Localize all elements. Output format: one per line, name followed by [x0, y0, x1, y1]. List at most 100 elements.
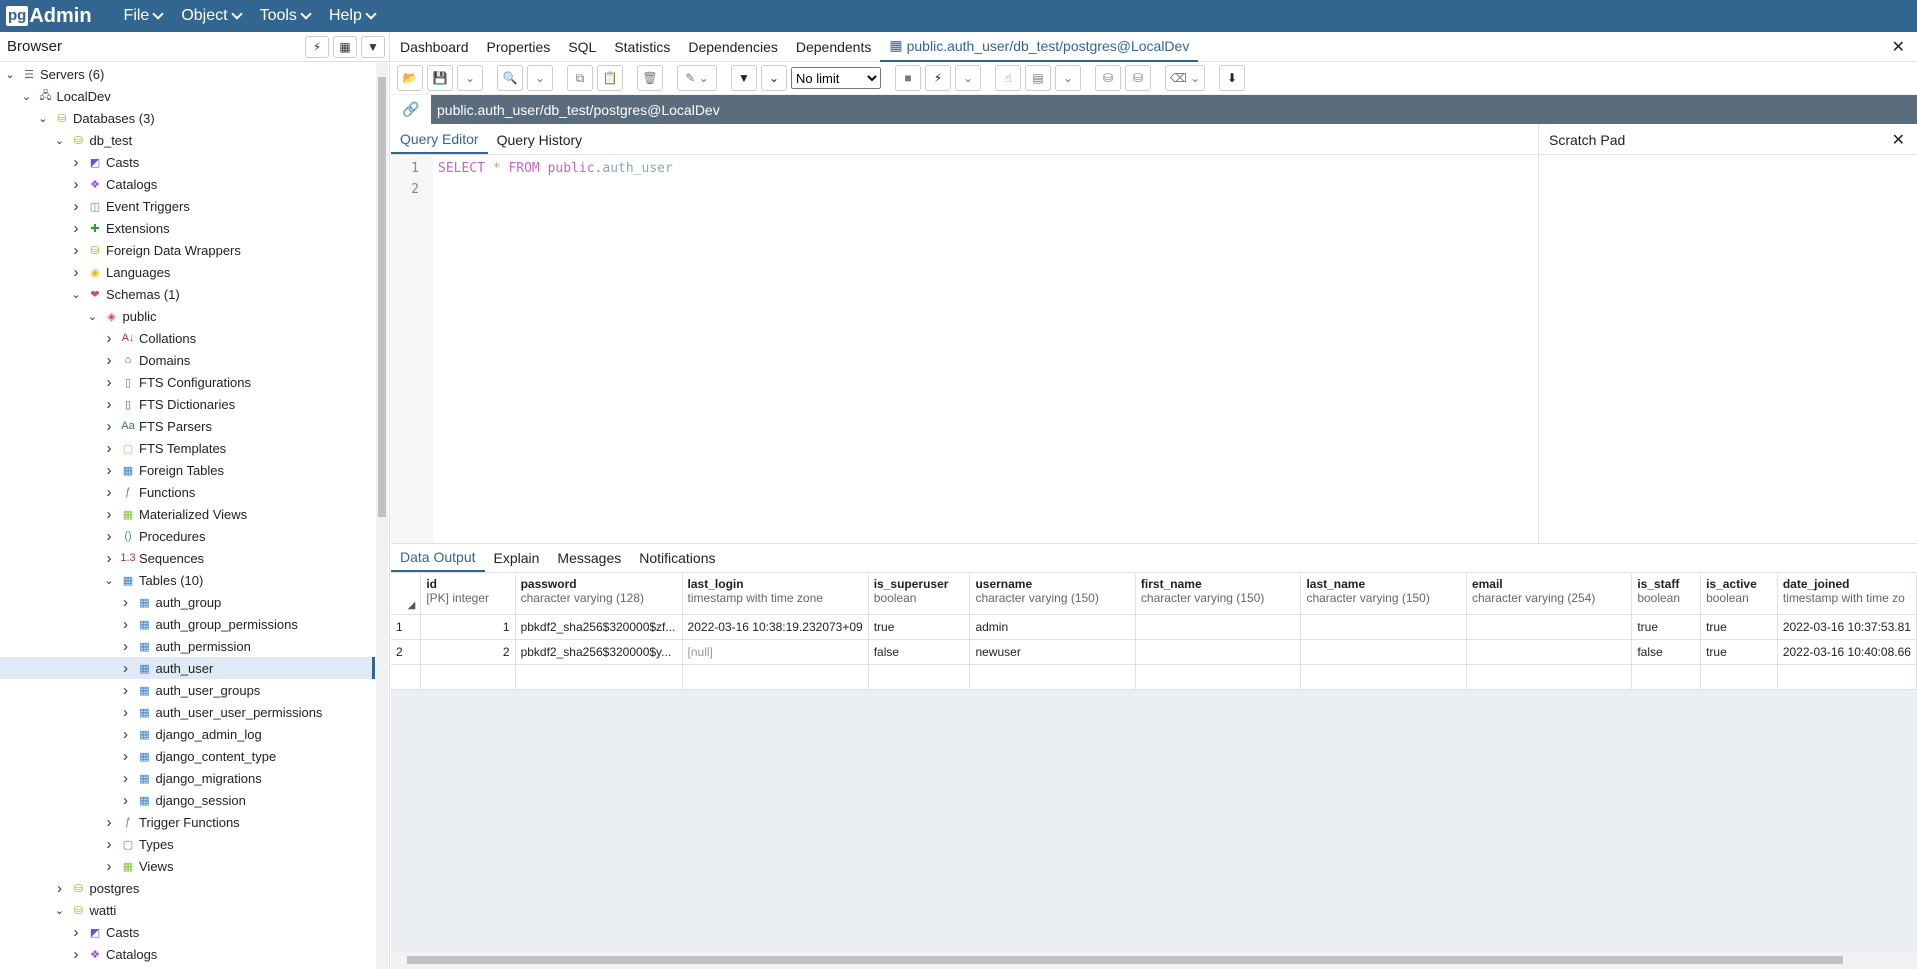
tree-item[interactable]: › ⛁ Foreign Data Wrappers	[0, 239, 375, 261]
tree-item[interactable]: › () Procedures	[0, 525, 375, 547]
explain-options-button[interactable]: ⌄	[1055, 65, 1081, 91]
chevron-right-icon[interactable]: ›	[102, 352, 116, 369]
table-cell[interactable]: pbkdf2_sha256$320000$y...	[515, 639, 683, 665]
tab-dependents[interactable]: Dependents	[787, 32, 881, 62]
tree-item[interactable]: › ▦ auth_user	[0, 657, 375, 679]
connection-status-icon[interactable]: 🔗	[391, 95, 431, 124]
chevron-down-icon[interactable]: ⌄	[86, 310, 100, 323]
chevron-right-icon[interactable]: ›	[119, 704, 133, 721]
chevron-down-icon[interactable]: ⌄	[3, 68, 17, 81]
chevron-right-icon[interactable]: ›	[102, 418, 116, 435]
chevron-right-icon[interactable]: ›	[102, 858, 116, 875]
tree-item[interactable]: › ▦ auth_user_groups	[0, 679, 375, 701]
empty-cell[interactable]	[1135, 664, 1302, 690]
tree-item[interactable]: › ▦ django_content_type	[0, 745, 375, 767]
tree-item[interactable]: › ƒ Functions	[0, 481, 375, 503]
table-cell[interactable]	[1135, 639, 1302, 665]
tab-query-history[interactable]: Query History	[488, 125, 592, 154]
tree-item[interactable]: › ▦ django_session	[0, 789, 375, 811]
table-cell[interactable]: 2	[420, 639, 516, 665]
tree-item[interactable]: › ▦ Materialized Views	[0, 503, 375, 525]
chevron-right-icon[interactable]: ›	[102, 484, 116, 501]
chevron-right-icon[interactable]: ›	[102, 528, 116, 545]
row-number[interactable]: 2	[391, 639, 422, 665]
tree-item[interactable]: ⌄ ⛁ Databases (3)	[0, 107, 375, 129]
find-button[interactable]: 🔍	[497, 65, 523, 91]
filter-button[interactable]: ▼	[361, 35, 385, 58]
chevron-right-icon[interactable]: ›	[119, 770, 133, 787]
table-cell[interactable]	[1300, 639, 1467, 665]
empty-cell[interactable]	[1300, 664, 1467, 690]
chevron-down-icon[interactable]: ⌄	[102, 574, 116, 587]
tree-item[interactable]: › 1.3 Sequences	[0, 547, 375, 569]
grid-horizontal-scrollbar[interactable]	[391, 951, 1917, 969]
chevron-right-icon[interactable]: ›	[69, 946, 83, 963]
tree-item[interactable]: ⌄ ☰ Servers (6)	[0, 63, 375, 85]
tree-item[interactable]: › ▯ FTS Configurations	[0, 371, 375, 393]
table-cell[interactable]: 2022-03-16 10:37:53.81	[1777, 614, 1917, 640]
select-all-corner[interactable]: ◢	[391, 574, 422, 615]
edit-button[interactable]: ✎ ⌄	[677, 65, 717, 91]
column-header[interactable]: email character varying (254)	[1466, 574, 1633, 615]
tree-item[interactable]: › ƒ Trigger Functions	[0, 811, 375, 833]
column-header[interactable]: is_staff boolean	[1631, 574, 1702, 615]
close-tab-icon[interactable]: ✕	[1892, 37, 1905, 57]
save-file-button[interactable]: 💾	[427, 65, 453, 91]
chevron-right-icon[interactable]: ›	[69, 220, 83, 237]
empty-cell[interactable]	[515, 664, 683, 690]
tab-dependencies[interactable]: Dependencies	[679, 32, 787, 62]
clear-button[interactable]: ⌫ ⌄	[1165, 65, 1205, 91]
filter-rows-button[interactable]: ▼	[731, 65, 757, 91]
tree-item[interactable]: ⌄ ◈ public	[0, 305, 375, 327]
chevron-down-icon[interactable]: ⌄	[53, 134, 67, 147]
tree-item[interactable]: › ❖ Catalogs	[0, 173, 375, 195]
tab-statistics[interactable]: Statistics	[605, 32, 679, 62]
chevron-right-icon[interactable]: ›	[53, 880, 67, 897]
chevron-right-icon[interactable]: ›	[119, 726, 133, 743]
tab-data-output[interactable]: Data Output	[391, 544, 485, 572]
table-cell[interactable]	[1135, 614, 1302, 640]
empty-cell[interactable]	[1700, 664, 1778, 690]
chevron-right-icon[interactable]: ›	[69, 176, 83, 193]
chevron-right-icon[interactable]: ›	[69, 198, 83, 215]
row-limit-select[interactable]: No limit	[791, 67, 881, 89]
table-cell[interactable]	[1466, 639, 1633, 665]
empty-cell[interactable]	[969, 664, 1136, 690]
copy-button[interactable]: ⧉	[567, 65, 593, 91]
tree-item[interactable]: › ◩ Casts	[0, 921, 375, 943]
tree-item[interactable]: › Aa FTS Parsers	[0, 415, 375, 437]
tab-query-tool[interactable]: ▦ public.auth_user/db_test/postgres@Loca…	[880, 32, 1199, 62]
column-header[interactable]: last_name character varying (150)	[1300, 574, 1467, 615]
table-cell[interactable]: true	[1700, 639, 1778, 665]
tree-item[interactable]: › ▦ auth_group	[0, 591, 375, 613]
chevron-right-icon[interactable]: ›	[102, 814, 116, 831]
tree-item[interactable]: › ▦ auth_group_permissions	[0, 613, 375, 635]
tree-item[interactable]: › ▦ Foreign Tables	[0, 459, 375, 481]
tree-item[interactable]: › ▦ django_migrations	[0, 767, 375, 789]
column-header[interactable]: last_login timestamp with time zone	[682, 574, 869, 615]
tab-messages[interactable]: Messages	[548, 544, 630, 572]
tree-item[interactable]: › ◉ Languages	[0, 261, 375, 283]
tab-dashboard[interactable]: Dashboard	[391, 32, 478, 62]
chevron-right-icon[interactable]: ›	[119, 748, 133, 765]
chevron-right-icon[interactable]: ›	[119, 682, 133, 699]
filter-options-button[interactable]: ⌄	[761, 65, 787, 91]
chevron-right-icon[interactable]: ›	[69, 154, 83, 171]
explain-analyze-button[interactable]: ▤	[1025, 65, 1051, 91]
table-cell[interactable]: false	[868, 639, 971, 665]
empty-cell[interactable]	[391, 664, 422, 690]
column-header[interactable]: username character varying (150)	[969, 574, 1136, 615]
chevron-right-icon[interactable]: ›	[119, 638, 133, 655]
table-cell[interactable]: [null]	[682, 639, 869, 665]
explain-button[interactable]: ☝	[995, 65, 1021, 91]
tree-item[interactable]: ⌄ ⛁ watti	[0, 899, 375, 921]
download-button[interactable]: ⬇	[1219, 65, 1245, 91]
column-header[interactable]: date_joined timestamp with time zo	[1777, 574, 1917, 615]
chevron-right-icon[interactable]: ›	[102, 440, 116, 457]
chevron-right-icon[interactable]: ›	[102, 550, 116, 567]
table-cell[interactable]	[1300, 614, 1467, 640]
table-cell[interactable]: 2022-03-16 10:38:19.232073+09	[682, 614, 869, 640]
grid-scroll-thumb[interactable]	[407, 956, 1843, 964]
tree-item[interactable]: ⌄ 🖧 LocalDev	[0, 85, 375, 107]
chevron-down-icon[interactable]: ⌄	[53, 904, 67, 917]
